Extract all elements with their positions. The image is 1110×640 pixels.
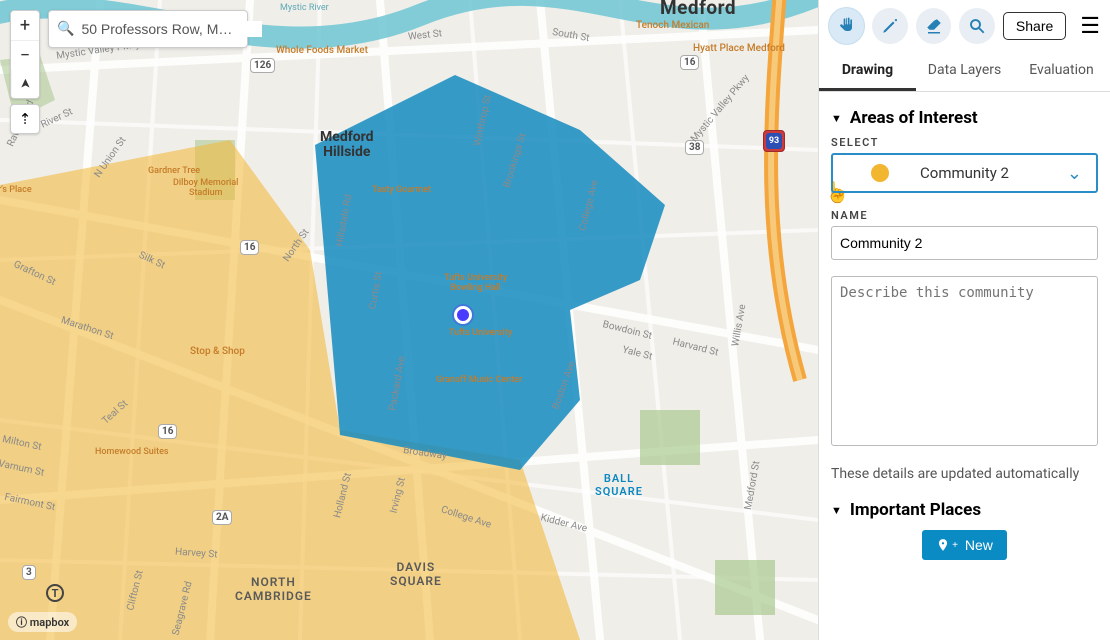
menu-button[interactable]: ☰ [1080, 14, 1100, 39]
route-shield-3: 3 [22, 565, 36, 580]
zoom-in-button[interactable]: + [11, 11, 39, 40]
panel: ▼ Areas of Interest SELECT Community 2 ⌄… [819, 92, 1110, 640]
share-button[interactable]: Share [1003, 12, 1066, 40]
sidebar: Share ☰ Drawing Data Layers Evaluation ▼… [818, 0, 1110, 640]
poi-stopshop: Stop & Shop [190, 346, 245, 357]
tab-drawing[interactable]: Drawing [819, 52, 916, 91]
aoi-description-input[interactable] [831, 276, 1098, 446]
poi-tenoch: Tenoch Mexican [636, 20, 709, 31]
route-shield-16a: 16 [680, 55, 699, 70]
map-pane[interactable]: Mystic River 126 16 16 16 38 2A 3 93 T M… [0, 0, 818, 640]
auto-update-hint: These details are updated automatically [831, 466, 1098, 482]
select-label: SELECT [831, 136, 1098, 149]
poi-bowling: Tufts UniversityBowling Hall [444, 273, 507, 293]
mystic-river-label: Mystic River [280, 3, 329, 13]
route-shield-16c: 16 [158, 424, 177, 439]
tab-evaluation[interactable]: Evaluation [1013, 52, 1110, 91]
poi-whole-foods: Whole Foods Market [276, 45, 368, 56]
poi-gardner: Gardner Tree [148, 166, 200, 176]
route-shield-126: 126 [250, 58, 275, 73]
chevron-down-icon: ⌄ [1067, 163, 1082, 184]
compass-button[interactable]: ⇡ [10, 104, 40, 134]
aoi-section-header[interactable]: ▼ Areas of Interest [831, 108, 1098, 128]
poi-tufts: Tufts University [449, 328, 512, 338]
map-canvas: Mystic River [0, 0, 818, 640]
search-icon: 🔍 [57, 21, 74, 37]
interstate-shield-93: 93 [763, 130, 785, 152]
poi-homewood: Homewood Suites [95, 447, 169, 457]
poi-tasty: Tasty Gourmet [372, 185, 431, 195]
aoi-color-swatch [871, 164, 889, 182]
magnifier-icon [968, 17, 986, 35]
transit-icon: T [46, 584, 64, 602]
search-box[interactable]: 🔍 [48, 10, 248, 48]
pin-plus-icon [936, 538, 950, 552]
name-label: NAME [831, 209, 1098, 222]
search-input[interactable] [81, 21, 262, 37]
aoi-name-input[interactable] [831, 226, 1098, 260]
north-cambridge-label: NORTHCAMBRIDGE [235, 575, 312, 603]
zoom-out-button[interactable]: − [11, 40, 39, 69]
reset-north-button[interactable]: ➤ [11, 70, 40, 98]
medford-hillside-label: MedfordHillside [320, 130, 374, 161]
erase-tool-button[interactable] [916, 8, 951, 44]
zoom-control: + − ➤ [10, 10, 40, 99]
tab-data-layers[interactable]: Data Layers [916, 52, 1013, 91]
caret-down-icon: ▼ [831, 112, 842, 125]
mapbox-attribution: ⓘ mapbox [8, 612, 77, 632]
hand-icon [837, 16, 857, 36]
new-button-label: New [965, 537, 993, 553]
places-section-header[interactable]: ▼ Important Places [831, 500, 1098, 520]
route-shield-16b: 16 [240, 240, 259, 255]
poi-dilboy: Dilboy MemorialStadium [173, 178, 238, 198]
find-tool-button[interactable] [959, 8, 994, 44]
new-place-button[interactable]: + New [922, 530, 1007, 560]
aoi-header-label: Areas of Interest [850, 108, 978, 128]
caret-down-icon-2: ▼ [831, 504, 842, 517]
draw-tool-button[interactable] [872, 8, 907, 44]
poi-rsplace: r's Place [0, 185, 32, 195]
ball-square-label: BALLSQUARE [595, 472, 643, 498]
location-marker[interactable] [454, 306, 472, 324]
aoi-selected-text: Community 2 [920, 164, 1009, 182]
app-root: Mystic River 126 16 16 16 38 2A 3 93 T M… [0, 0, 1110, 640]
aoi-select[interactable]: Community 2 ⌄ [831, 153, 1098, 193]
poi-hyatt: Hyatt Place Medford [693, 43, 785, 54]
pen-icon [881, 17, 899, 35]
city-label-medford: Medford [660, 0, 736, 19]
tabs: Drawing Data Layers Evaluation [819, 52, 1110, 92]
pan-tool-button[interactable] [829, 8, 864, 44]
davis-square-label: DAVISSQUARE [390, 560, 442, 588]
toolbar: Share ☰ [819, 0, 1110, 52]
eraser-icon [925, 17, 943, 35]
route-shield-2A: 2A [212, 510, 232, 525]
poi-granoff: Granoff Music Center [436, 375, 522, 385]
places-header-label: Important Places [850, 500, 981, 520]
